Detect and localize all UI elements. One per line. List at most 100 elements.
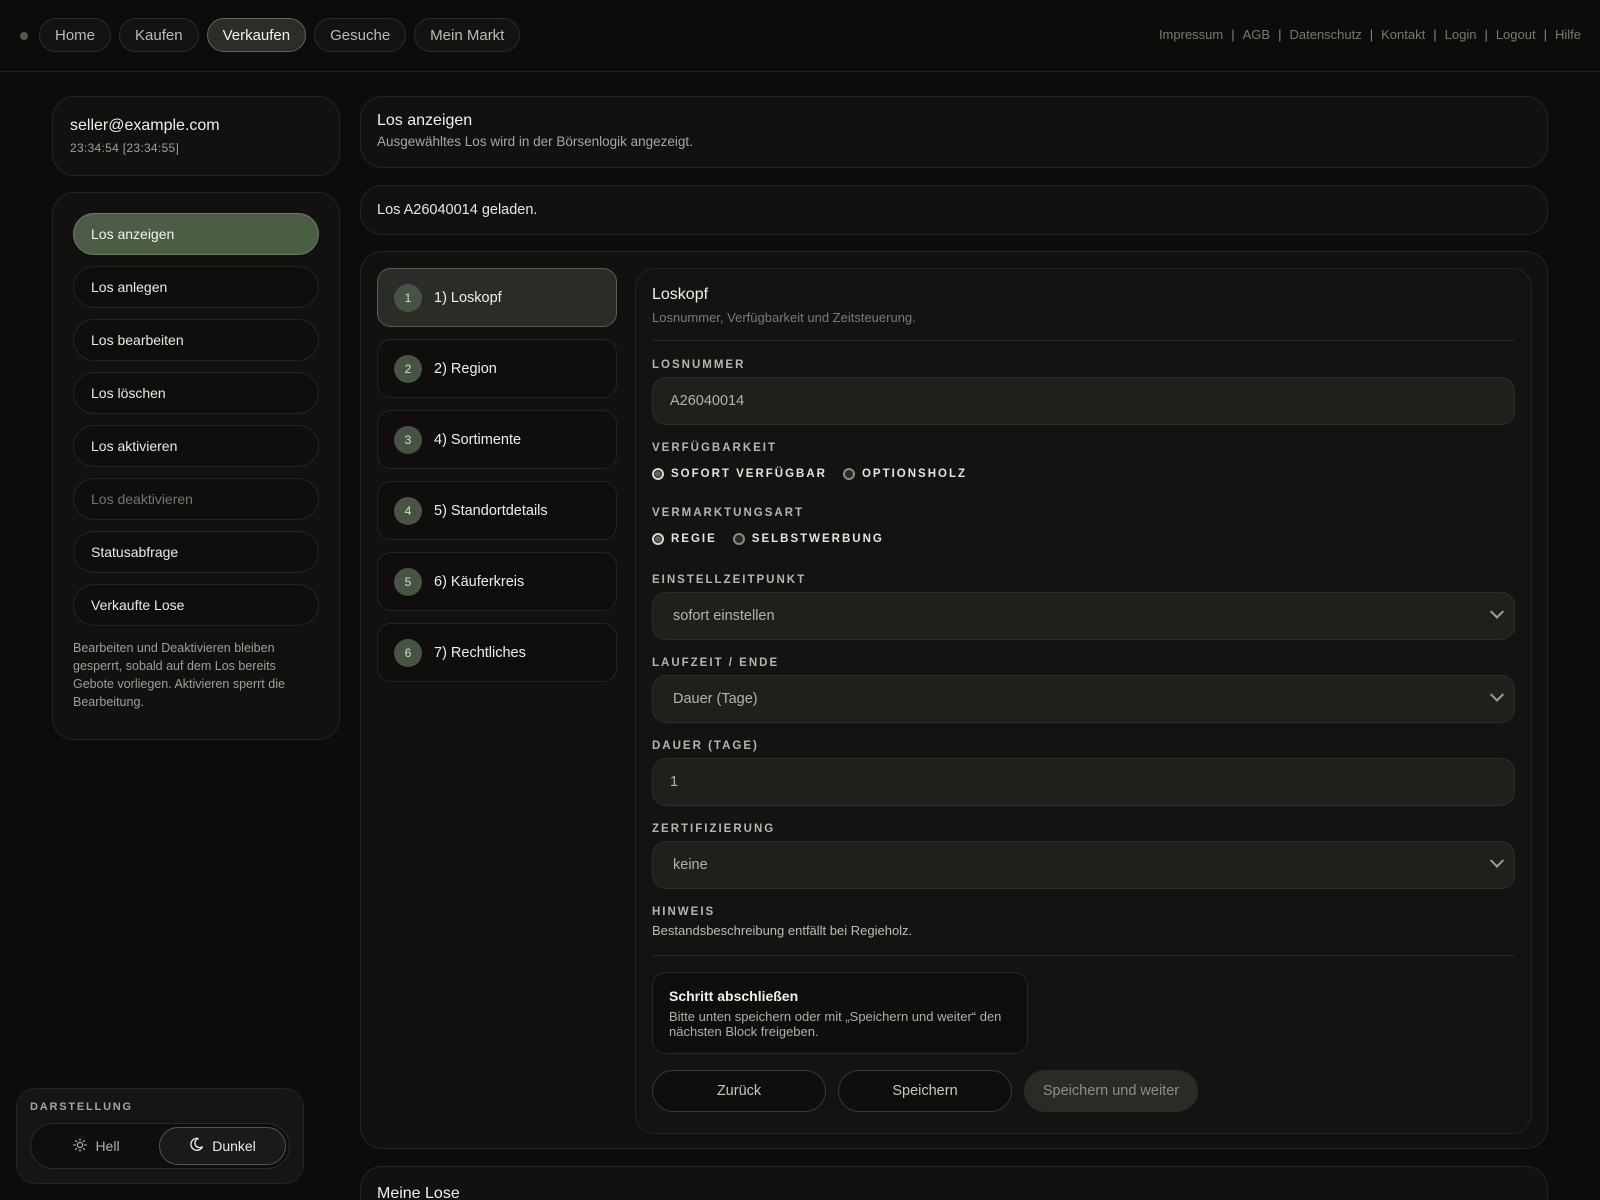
nav-gesuche[interactable]: Gesuche xyxy=(314,18,407,52)
nav-home[interactable]: Home xyxy=(39,18,112,52)
back-button[interactable]: Zurück xyxy=(652,1070,826,1112)
vermarktungsart-label: VERMARKTUNGSART xyxy=(652,507,805,519)
divider xyxy=(652,955,1515,956)
radio-regie[interactable]: REGIE xyxy=(652,533,717,545)
sidebar-item-los-anzeigen[interactable]: Los anzeigen xyxy=(73,213,319,255)
theme-label: DARSTELLUNG xyxy=(30,1101,133,1113)
wizard-panel: 1 1) Loskopf 2 2) Region 3 4) Sortimente… xyxy=(360,251,1548,1149)
link-hilfe[interactable]: Hilfe xyxy=(1555,27,1581,42)
main-nav: Home Kaufen Verkaufen Gesuche Mein Markt xyxy=(39,18,521,52)
step-rechtliches[interactable]: 6 7) Rechtliches xyxy=(377,623,617,682)
sidebar-item-los-loeschen[interactable]: Los löschen xyxy=(73,372,319,414)
user-card: seller@example.com 23:34:54 [23:34:55] xyxy=(52,96,340,176)
verfuegbarkeit-radio-group: SOFORT VERFÜGBAR OPTIONSHOLZ xyxy=(652,468,1515,480)
radio-label: OPTIONSHOLZ xyxy=(861,468,968,480)
sidebar-item-statusabfrage[interactable]: Statusabfrage xyxy=(73,531,319,573)
nav-mein-markt[interactable]: Mein Markt xyxy=(414,18,521,52)
utility-links: Impressum | AGB | Datenschutz | Kontakt | Lo… xyxy=(1158,27,1581,42)
link-agb[interactable]: AGB xyxy=(1243,27,1270,42)
link-kontakt[interactable]: Kontakt xyxy=(1381,27,1425,42)
step-label: 7) Rechtliches xyxy=(434,644,526,661)
step-number: 3 xyxy=(394,425,422,454)
moon-icon xyxy=(189,1137,204,1155)
my-lots-section: Meine Lose xyxy=(360,1166,1548,1200)
select-value: sofort einstellen xyxy=(673,608,775,624)
step-number: 1 xyxy=(394,283,422,312)
step-kaeuferkreis[interactable]: 5 6) Käuferkreis xyxy=(377,552,617,611)
losnummer-label: LOSNUMMER xyxy=(652,359,746,371)
user-email: seller@example.com xyxy=(70,117,220,134)
step-sortimente[interactable]: 3 4) Sortimente xyxy=(377,410,617,469)
losnummer-field[interactable]: A26040014 xyxy=(652,377,1515,425)
radio-selected-icon xyxy=(652,533,664,545)
loskopf-form: Loskopf Losnummer, Verfügbarkeit und Zei… xyxy=(635,268,1532,1134)
dauer-input[interactable]: 1 xyxy=(652,758,1515,806)
step-complete-text: Bitte unten speichern oder mit „Speicher… xyxy=(669,1009,1002,1039)
step-number: 6 xyxy=(394,638,422,667)
einstellzeitpunkt-select[interactable]: sofort einstellen xyxy=(652,592,1515,640)
sidebar-item-los-bearbeiten[interactable]: Los bearbeiten xyxy=(73,319,319,361)
nav-verkaufen[interactable]: Verkaufen xyxy=(206,18,307,52)
chevron-down-icon xyxy=(1489,687,1505,702)
status-message-text: Los A26040014 geladen. xyxy=(377,202,538,218)
einstellzeitpunkt-label: EINSTELLZEITPUNKT xyxy=(652,574,807,586)
status-message: Los A26040014 geladen. xyxy=(360,185,1548,235)
link-impressum[interactable]: Impressum xyxy=(1159,27,1223,42)
radio-sofort-verfuegbar[interactable]: SOFORT VERFÜGBAR xyxy=(652,468,827,480)
zertifizierung-select[interactable]: keine xyxy=(652,841,1515,889)
chevron-down-icon xyxy=(1489,604,1505,619)
page-header: Los anzeigen Ausgewähltes Los wird in de… xyxy=(360,96,1548,168)
save-button[interactable]: Speichern xyxy=(838,1070,1012,1112)
page-subtitle: Ausgewähltes Los wird in der Börsenlogik… xyxy=(377,134,693,149)
zertifizierung-label: ZERTIFIZIERUNG xyxy=(652,823,776,835)
theme-light-label: Hell xyxy=(95,1138,120,1154)
page-title: Los anzeigen xyxy=(377,112,473,129)
nav-kaufen[interactable]: Kaufen xyxy=(119,18,199,52)
dauer-value: 1 xyxy=(670,774,679,790)
hinweis-label: HINWEIS xyxy=(652,906,716,918)
step-number: 2 xyxy=(394,354,422,383)
link-datenschutz[interactable]: Datenschutz xyxy=(1289,27,1361,42)
theme-light-button[interactable]: Hell xyxy=(34,1127,159,1165)
wizard-steps: 1 1) Loskopf 2 2) Region 3 4) Sortimente… xyxy=(377,268,617,694)
sidebar-item-los-aktivieren[interactable]: Los aktivieren xyxy=(73,425,319,467)
sidebar-item-los-anlegen[interactable]: Los anlegen xyxy=(73,266,319,308)
laufzeit-label: LAUFZEIT / ENDE xyxy=(652,657,780,669)
hinweis-text: Bestandsbeschreibung entfällt bei Regieh… xyxy=(652,923,913,938)
radio-selected-icon xyxy=(652,468,664,480)
step-complete-box: Schritt abschließen Bitte unten speicher… xyxy=(652,972,1028,1054)
radio-optionsholz[interactable]: OPTIONSHOLZ xyxy=(842,468,968,480)
radio-label: SOFORT VERFÜGBAR xyxy=(671,468,827,480)
step-label: 4) Sortimente xyxy=(434,431,522,448)
radio-label: SELBSTWERBUNG xyxy=(751,533,884,545)
step-label: 5) Standortdetails xyxy=(434,502,548,519)
radio-label: REGIE xyxy=(671,533,717,545)
chevron-down-icon xyxy=(1489,853,1505,868)
divider xyxy=(652,340,1515,341)
select-value: keine xyxy=(673,857,708,873)
laufzeit-select[interactable]: Dauer (Tage) xyxy=(652,675,1515,723)
link-logout[interactable]: Logout xyxy=(1496,27,1536,42)
step-label: 6) Käuferkreis xyxy=(434,573,525,590)
save-and-next-button[interactable]: Speichern und weiter xyxy=(1024,1070,1198,1112)
session-time: 23:34:54 [23:34:55] xyxy=(70,141,180,155)
theme-dark-button[interactable]: Dunkel xyxy=(159,1127,286,1165)
radio-selbstwerbung[interactable]: SELBSTWERBUNG xyxy=(732,533,884,545)
step-region[interactable]: 2 2) Region xyxy=(377,339,617,398)
losnummer-value: A26040014 xyxy=(670,393,745,409)
theme-toggle: Hell Dunkel xyxy=(30,1123,290,1169)
step-number: 4 xyxy=(394,496,422,525)
sun-icon xyxy=(73,1137,88,1155)
top-navigation-bar: Home Kaufen Verkaufen Gesuche Mein Markt… xyxy=(0,0,1600,72)
sidebar-item-verkaufte-lose[interactable]: Verkaufte Lose xyxy=(73,584,319,626)
link-login[interactable]: Login xyxy=(1445,27,1477,42)
form-actions: Zurück Speichern Speichern und weiter xyxy=(652,1070,1198,1112)
step-number: 5 xyxy=(394,567,422,596)
step-loskopf[interactable]: 1 1) Loskopf xyxy=(377,268,617,327)
vermarktungsart-radio-group: REGIE SELBSTWERBUNG xyxy=(652,533,1515,545)
step-label: 2) Region xyxy=(434,360,497,377)
my-lots-title: Meine Lose xyxy=(377,1185,460,1200)
radio-unselected-icon xyxy=(842,468,855,480)
step-complete-title: Schritt abschließen xyxy=(669,988,799,1004)
step-standortdetails[interactable]: 4 5) Standortdetails xyxy=(377,481,617,540)
